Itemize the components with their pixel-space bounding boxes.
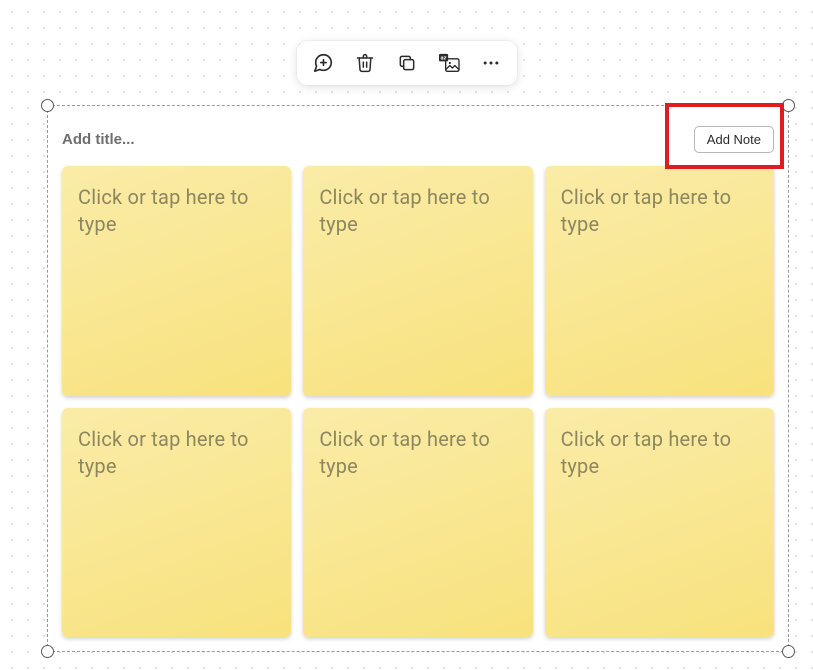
sticky-note-placeholder: Click or tap here to type	[319, 426, 516, 480]
sticky-note[interactable]: Click or tap here to type	[545, 408, 774, 638]
comment-plus-icon[interactable]	[311, 51, 335, 75]
board-header: Add Note	[62, 118, 774, 160]
add-note-button[interactable]: Add Note	[694, 126, 774, 153]
copy-icon[interactable]	[395, 51, 419, 75]
notes-grid: Click or tap here to type Click or tap h…	[62, 166, 774, 637]
board-title-input[interactable]	[62, 131, 489, 148]
note-board: Add Note Click or tap here to type Click…	[48, 106, 788, 651]
sticky-note[interactable]: Click or tap here to type	[303, 166, 532, 396]
sticky-note[interactable]: Click or tap here to type	[62, 408, 291, 638]
sticky-note[interactable]: Click or tap here to type	[545, 166, 774, 396]
more-icon[interactable]	[479, 51, 503, 75]
context-toolbar: az	[297, 41, 517, 85]
sticky-note-placeholder: Click or tap here to type	[561, 426, 758, 480]
sticky-note-placeholder: Click or tap here to type	[561, 184, 758, 238]
trash-icon[interactable]	[353, 51, 377, 75]
sticky-note-placeholder: Click or tap here to type	[319, 184, 516, 238]
sticky-note-placeholder: Click or tap here to type	[78, 184, 275, 238]
sticky-note-placeholder: Click or tap here to type	[78, 426, 275, 480]
note-board-container[interactable]: Add Note Click or tap here to type Click…	[47, 105, 789, 652]
sticky-note[interactable]: Click or tap here to type	[303, 408, 532, 638]
alt-text-icon[interactable]: az	[437, 51, 461, 75]
sticky-note[interactable]: Click or tap here to type	[62, 166, 291, 396]
